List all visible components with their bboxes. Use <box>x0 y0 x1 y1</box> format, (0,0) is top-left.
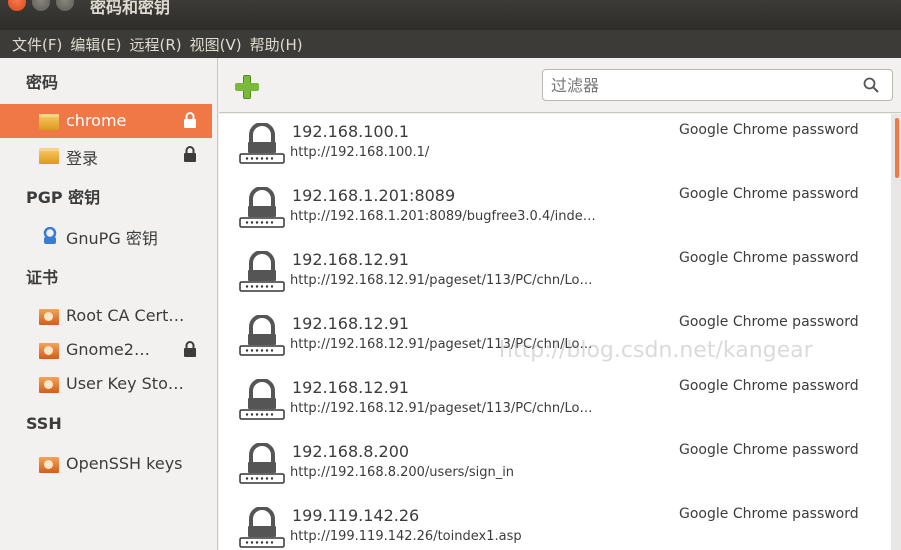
section-certificates-heading: 证书 <box>26 268 59 287</box>
password-lock-icon <box>239 378 285 421</box>
password-row[interactable]: 192.168.12.91 http://192.168.12.91/pagese… <box>219 370 891 434</box>
scrollbar[interactable] <box>891 114 901 550</box>
certificate-icon <box>39 309 59 325</box>
entry-name: 192.168.12.91 <box>292 378 410 397</box>
scrollbar-thumb[interactable] <box>895 118 899 178</box>
folder-icon <box>39 114 59 130</box>
entry-name: 192.168.12.91 <box>292 250 410 269</box>
maximize-window-button[interactable] <box>56 0 74 11</box>
sidebar-item-root-ca[interactable]: Root CA Cert… <box>0 299 212 333</box>
folder-icon <box>39 148 59 164</box>
sidebar: 密码 chrome 登录 PGP 密钥 GnuPG 密钥 证书 Root CA … <box>0 58 218 550</box>
certificate-icon <box>39 377 59 393</box>
sidebar-item-label: GnuPG 密钥 <box>66 229 158 248</box>
filter-field[interactable] <box>542 69 893 101</box>
window-title: 密码和密钥 <box>90 0 171 17</box>
entry-type: Google Chrome password <box>679 314 859 330</box>
password-lock-icon <box>239 506 285 549</box>
menu-bar: 文件(F) 编辑(E) 远程(R) 视图(V) 帮助(H) <box>0 30 901 58</box>
password-row[interactable]: 192.168.8.200 http://192.168.8.200/users/… <box>219 434 891 498</box>
sidebar-item-label: 登录 <box>66 149 99 168</box>
toolbar <box>219 58 901 113</box>
password-row[interactable]: 199.119.142.26 http://199.119.142.26/toin… <box>219 498 891 550</box>
section-passwords-heading: 密码 <box>26 73 59 92</box>
search-icon[interactable] <box>863 77 879 93</box>
password-row[interactable]: 192.168.12.91 http://192.168.12.91/pagese… <box>219 242 891 306</box>
minimize-window-button[interactable] <box>32 0 50 11</box>
lock-icon <box>184 112 196 128</box>
section-ssh-heading: SSH <box>26 414 62 433</box>
password-lock-icon <box>239 442 285 485</box>
sidebar-item-label: User Key Sto… <box>66 374 184 393</box>
certificate-icon <box>39 343 59 359</box>
sidebar-item-chrome[interactable]: chrome <box>0 104 212 138</box>
entry-type: Google Chrome password <box>679 378 859 394</box>
password-row[interactable]: 192.168.1.201:8089 http://192.168.1.201:8… <box>219 178 891 242</box>
entry-name: 192.168.12.91 <box>292 314 410 333</box>
entry-url: http://199.119.142.26/toindex1.asp <box>290 529 522 544</box>
menu-edit[interactable]: 编辑(E) <box>70 34 121 55</box>
entry-name: 199.119.142.26 <box>292 506 420 525</box>
certificate-icon <box>39 457 59 473</box>
entry-url: http://192.168.12.91/pageset/113/PC/chn/… <box>290 401 593 416</box>
add-button[interactable] <box>235 75 259 99</box>
entry-type: Google Chrome password <box>679 442 859 458</box>
lock-icon <box>184 146 196 162</box>
entry-type: Google Chrome password <box>679 250 859 266</box>
sidebar-item-user-key-storage[interactable]: User Key Sto… <box>0 367 212 401</box>
lock-icon <box>184 341 196 357</box>
menu-remote[interactable]: 远程(R) <box>130 34 182 55</box>
filter-input[interactable] <box>551 74 851 96</box>
key-person-icon <box>43 227 57 244</box>
entry-url: http://192.168.12.91/pageset/113/PC/chn/… <box>290 273 593 288</box>
content-pane: 192.168.100.1 http://192.168.100.1/Google… <box>219 58 901 550</box>
menu-help[interactable]: 帮助(H) <box>250 34 303 55</box>
password-list: 192.168.100.1 http://192.168.100.1/Google… <box>219 114 891 550</box>
entry-type: Google Chrome password <box>679 186 859 202</box>
close-window-button[interactable] <box>8 0 26 11</box>
sidebar-item-login[interactable]: 登录 <box>0 138 212 172</box>
entry-url: http://192.168.8.200/users/sign_in <box>290 465 515 480</box>
password-lock-icon <box>239 186 285 229</box>
sidebar-item-label: Root CA Cert… <box>66 306 185 325</box>
password-lock-icon <box>239 314 285 357</box>
menu-view[interactable]: 视图(V) <box>190 34 242 55</box>
entry-url: http://192.168.100.1/ <box>290 145 430 160</box>
section-pgp-heading: PGP 密钥 <box>26 188 101 207</box>
entry-name: 192.168.8.200 <box>292 442 410 461</box>
watermark-text: http://blog.csdn.net/kangear <box>499 338 813 363</box>
sidebar-item-label: OpenSSH keys <box>66 454 183 473</box>
entry-url: http://192.168.1.201:8089/bugfree3.0.4/i… <box>290 209 596 224</box>
password-lock-icon <box>239 122 285 165</box>
entry-name: 192.168.100.1 <box>292 122 410 141</box>
title-bar: 密码和密钥 <box>0 0 901 30</box>
sidebar-item-label: Gnome2… <box>66 340 150 359</box>
entry-type: Google Chrome password <box>679 506 859 522</box>
sidebar-item-gnupg[interactable]: GnuPG 密钥 <box>0 218 212 252</box>
password-lock-icon <box>239 250 285 293</box>
entry-name: 192.168.1.201:8089 <box>292 186 456 205</box>
sidebar-item-label: chrome <box>66 111 127 130</box>
sidebar-item-openssh[interactable]: OpenSSH keys <box>0 447 212 481</box>
menu-file[interactable]: 文件(F) <box>12 34 62 55</box>
password-row[interactable]: 192.168.100.1 http://192.168.100.1/Google… <box>219 114 891 178</box>
sidebar-item-gnome2[interactable]: Gnome2… <box>0 333 212 367</box>
entry-type: Google Chrome password <box>679 122 859 138</box>
